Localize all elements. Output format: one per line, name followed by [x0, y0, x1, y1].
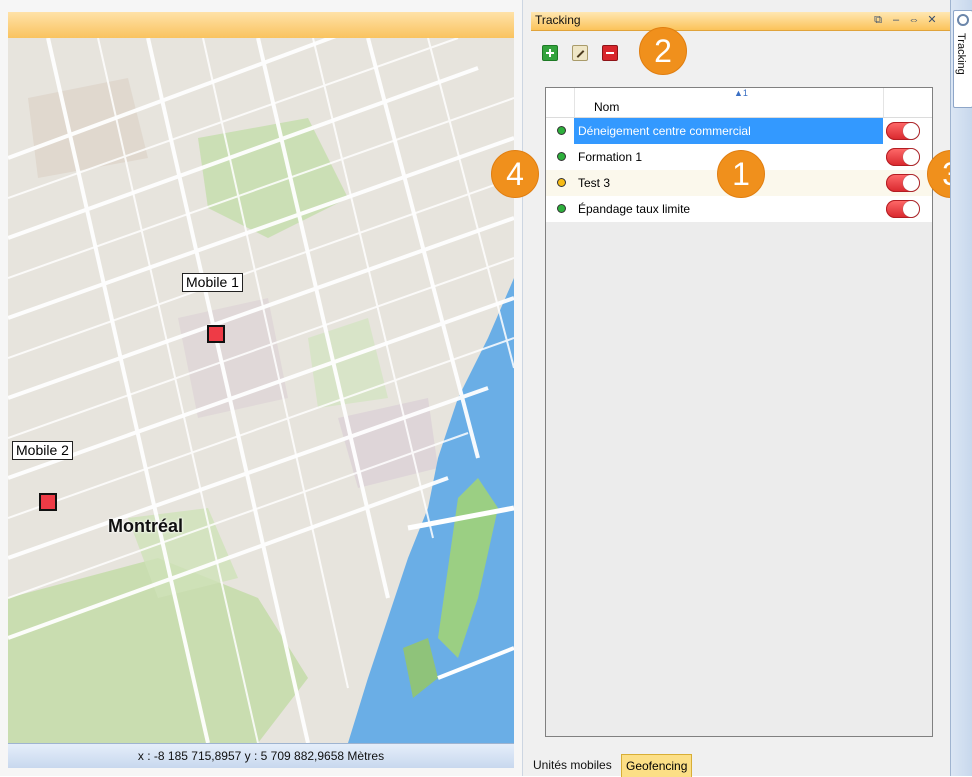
- map-base-layer: [8, 38, 514, 743]
- edit-icon[interactable]: [572, 45, 588, 61]
- callout-2: 2: [639, 27, 687, 75]
- column-label-nom: Nom: [594, 100, 620, 114]
- toggle-column-header: [884, 88, 932, 117]
- toggle-switch[interactable]: [886, 200, 920, 218]
- grid-header: ▲1 Nom: [546, 88, 932, 118]
- callout-4: 4: [491, 150, 539, 198]
- mobile-1-label: Mobile 1: [182, 273, 243, 292]
- status-dot: [557, 126, 566, 135]
- mobile-2-label: Mobile 2: [12, 441, 73, 460]
- dock-tab-tracking[interactable]: Tracking: [953, 10, 972, 108]
- map-title-bar: [8, 12, 514, 39]
- toggle-switch[interactable]: [886, 148, 920, 166]
- delete-icon[interactable]: [602, 45, 618, 61]
- status-dot: [557, 178, 566, 187]
- coordinate-readout: x : -8 185 715,8957 y : 5 709 882,9658 M…: [8, 743, 514, 768]
- pin-icon[interactable]: ⇔: [907, 13, 921, 27]
- callout-1: 1: [717, 150, 765, 198]
- sort-indicator: ▲1: [734, 88, 748, 98]
- table-row[interactable]: Épandage taux limite: [546, 196, 932, 222]
- status-dot: [557, 152, 566, 161]
- map-canvas[interactable]: Mobile 1 Mobile 2 Montréal: [8, 38, 514, 743]
- tab-geofencing[interactable]: Geofencing: [621, 754, 693, 777]
- add-icon[interactable]: [542, 45, 558, 61]
- tracking-panel: Tracking ⧉ – ⇔ ✕ 2 ▲1 Nom Déneigement ce…: [491, 0, 972, 777]
- dock-strip: Tracking: [950, 0, 972, 776]
- status-dot: [557, 204, 566, 213]
- mobile-1-marker[interactable]: [207, 325, 225, 343]
- map-pane: Mobile 1 Mobile 2 Montréal x : -8 185 71…: [0, 0, 522, 776]
- target-icon: [957, 14, 969, 26]
- toggle-switch[interactable]: [886, 174, 920, 192]
- restore-icon[interactable]: ⧉: [871, 13, 885, 27]
- row-name: Déneigement centre commercial: [574, 118, 883, 144]
- row-name: Épandage taux limite: [578, 202, 691, 216]
- mobile-2-marker[interactable]: [39, 493, 57, 511]
- toggle-switch[interactable]: [886, 122, 920, 140]
- indicator-column-header: [546, 88, 575, 117]
- panel-header: Tracking ⧉ – ⇔ ✕: [531, 12, 950, 31]
- panel-title: Tracking: [535, 13, 581, 27]
- table-row[interactable]: Déneigement centre commercial: [546, 118, 932, 144]
- minimize-icon[interactable]: –: [889, 13, 903, 27]
- tab-unites-mobiles[interactable]: Unités mobiles: [529, 754, 616, 776]
- close-icon[interactable]: ✕: [925, 13, 939, 27]
- city-label: Montréal: [108, 516, 184, 536]
- column-header-nom[interactable]: ▲1 Nom: [574, 88, 884, 117]
- dock-tab-label: Tracking: [955, 33, 967, 75]
